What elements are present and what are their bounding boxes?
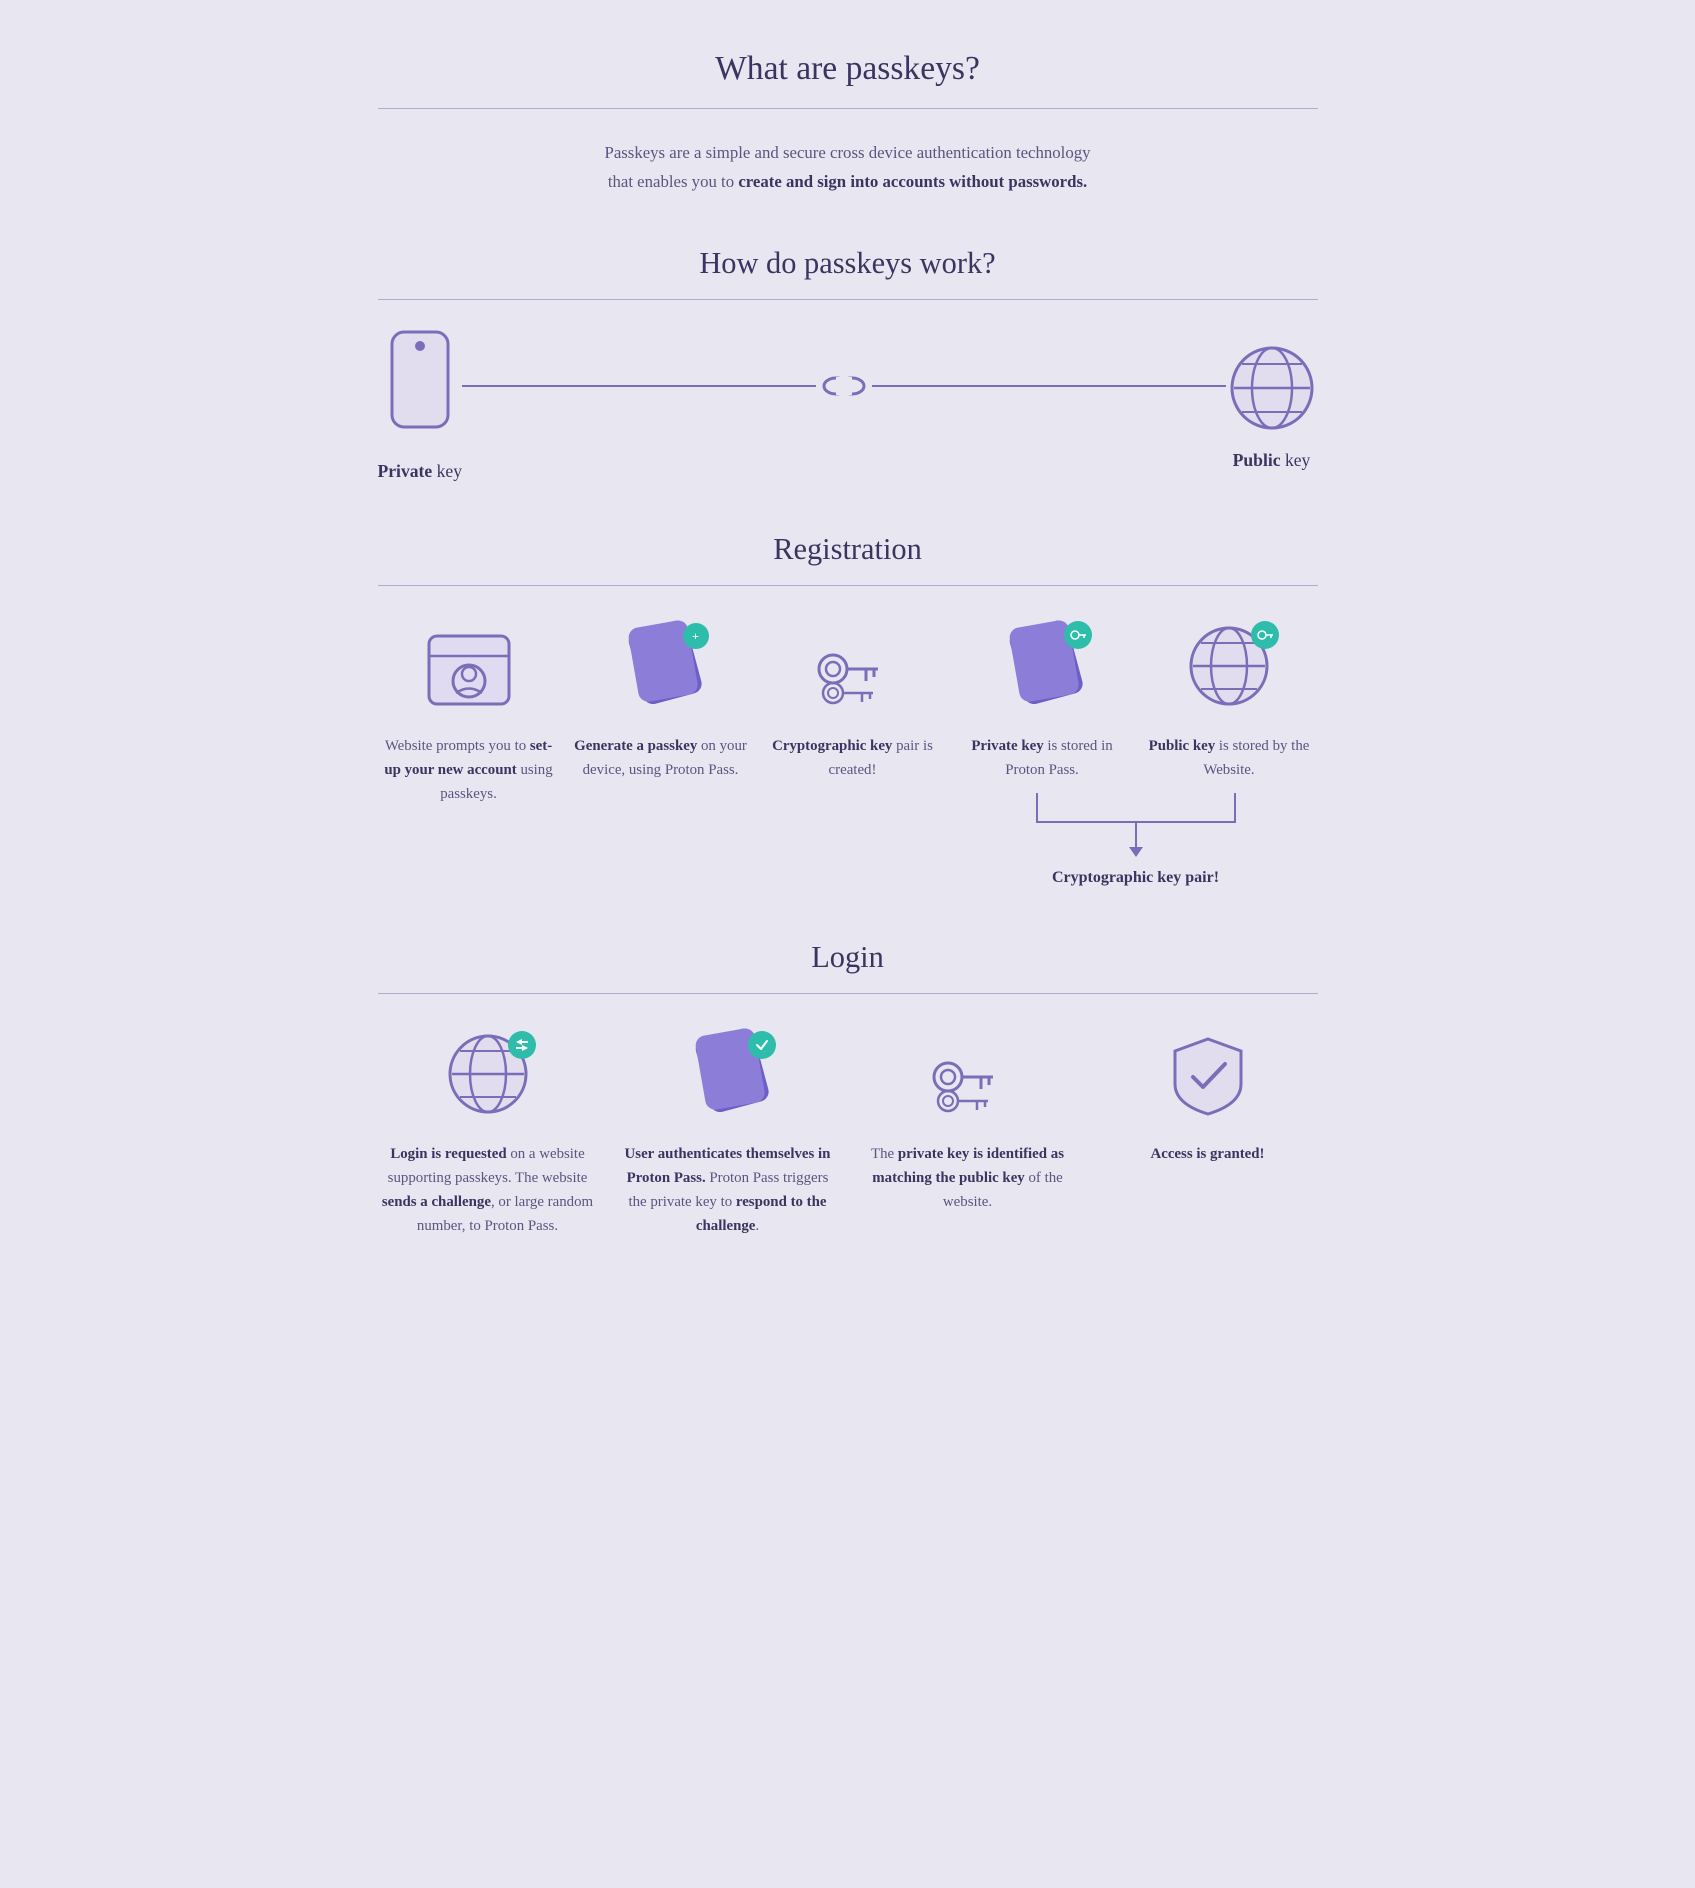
reg-step-4: Private key is stored in Proton Pass. <box>954 621 1131 783</box>
private-key-label: Private key <box>378 461 463 482</box>
check-icon <box>755 1039 769 1051</box>
login-step-1: Login is requested on a website supporti… <box>378 1029 598 1238</box>
login-text-4: Access is granted! <box>1150 1143 1264 1167</box>
login-text-3: The private key is identified as matchin… <box>858 1143 1078 1214</box>
public-key-item: Public key <box>1226 342 1318 471</box>
login-divider <box>378 993 1318 994</box>
login-steps: Login is requested on a website supporti… <box>378 1029 1318 1238</box>
key-connector <box>462 371 1225 441</box>
login-icon-3 <box>918 1029 1018 1129</box>
reg-icon-3 <box>803 621 903 721</box>
reg-text-2: Generate a passkey on your device, using… <box>570 735 752 783</box>
reg-text-5: Public key is stored by the Website. <box>1141 735 1318 783</box>
main-page: What are passkeys? Passkeys are a simple… <box>338 0 1358 1298</box>
login-text-1: Login is requested on a website supporti… <box>378 1143 598 1238</box>
registration-title: Registration <box>378 532 1318 567</box>
bracket-arrow-shaft <box>1135 823 1137 847</box>
phone-icon <box>384 330 456 445</box>
login-step-4: Access is granted! <box>1098 1029 1318 1167</box>
keypair-label: Cryptographic key pair! <box>1052 865 1219 891</box>
reg-step-2: + Generate a passkey on your device, usi… <box>570 621 752 783</box>
reg-text-4: Private key is stored in Proton Pass. <box>954 735 1131 783</box>
key-small-icon <box>1070 629 1086 641</box>
login-step-3: The private key is identified as matchin… <box>858 1029 1078 1214</box>
how-title: How do passkeys work? <box>378 246 1318 281</box>
shield-check-icon <box>1163 1029 1253 1119</box>
registration-steps: Website prompts you to set-up your new a… <box>378 621 1318 890</box>
check-badge-2 <box>748 1031 776 1059</box>
login-icon-4 <box>1158 1029 1258 1129</box>
login-title: Login <box>378 940 1318 975</box>
key-small-icon2 <box>1257 629 1273 641</box>
key-badge-5 <box>1251 621 1279 649</box>
connector-left <box>462 385 816 387</box>
reg-divider <box>378 585 1318 586</box>
bracket-arrow-head <box>1129 847 1143 857</box>
keypair-top: Private key is stored in Proton Pass. <box>954 621 1318 783</box>
keypair-bracket <box>1036 793 1236 823</box>
chain-link-icon <box>816 371 872 401</box>
page-title: What are passkeys? <box>378 50 1318 88</box>
arrows-icon <box>514 1038 530 1052</box>
how-divider <box>378 299 1318 300</box>
connector-right <box>872 385 1226 387</box>
globe-icon-large <box>1226 342 1318 434</box>
reg-icon-5 <box>1179 621 1279 721</box>
private-key-item: Private key <box>378 330 463 482</box>
intro-text: Passkeys are a simple and secure cross d… <box>378 139 1318 196</box>
reg-icon-2: + <box>611 621 711 721</box>
arrows-badge <box>508 1031 536 1059</box>
matching-key-icon <box>923 1039 1013 1119</box>
plus-badge: + <box>683 623 709 649</box>
reg-icon-4 <box>992 621 1092 721</box>
reg-step-3: Cryptographic key pair is created! <box>762 621 944 783</box>
login-section: Login <box>378 940 1318 1238</box>
keypair-container: Private key is stored in Proton Pass. <box>954 621 1318 890</box>
reg-text-3: Cryptographic key pair is created! <box>762 735 944 783</box>
key-diagram: Private key <box>378 330 1318 482</box>
reg-step-1: Website prompts you to set-up your new a… <box>378 621 560 806</box>
login-text-2: User authenticates themselves in Proton … <box>618 1143 838 1238</box>
reg-text-1: Website prompts you to set-up your new a… <box>378 735 560 806</box>
login-step-2: User authenticates themselves in Proton … <box>618 1029 838 1238</box>
reg-step-5: Public key is stored by the Website. <box>1141 621 1318 783</box>
title-divider <box>378 108 1318 109</box>
browser-icon <box>424 626 514 716</box>
public-key-label: Public key <box>1233 450 1311 471</box>
login-icon-1 <box>438 1029 538 1129</box>
login-icon-2 <box>678 1029 778 1129</box>
reg-icon-1 <box>419 621 519 721</box>
key-badge-4 <box>1064 621 1092 649</box>
key-pair-icon <box>808 631 898 711</box>
